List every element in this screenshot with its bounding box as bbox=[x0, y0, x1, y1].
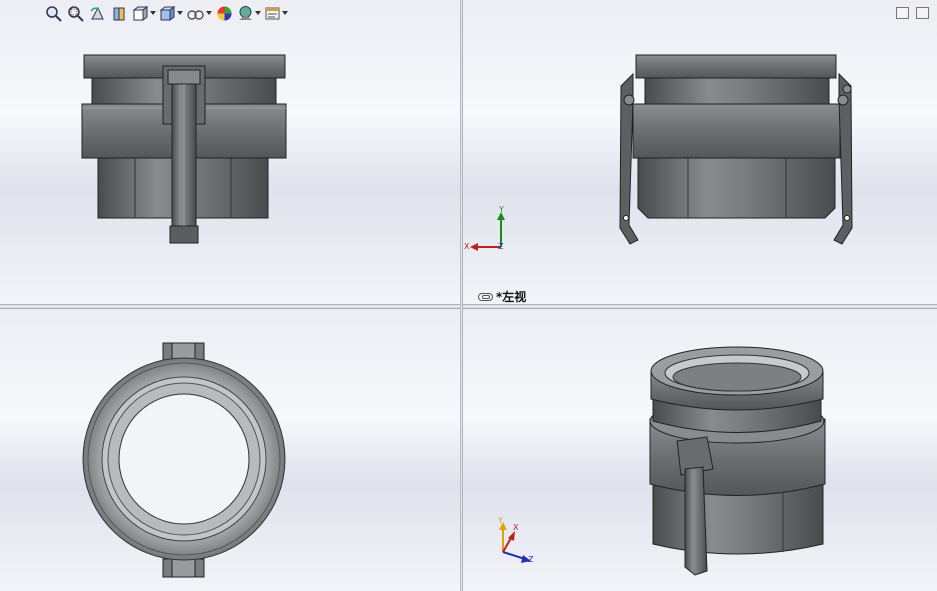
front-view-model bbox=[81, 54, 287, 244]
isometric-view-model bbox=[499, 346, 826, 576]
view-name-text: *左视 bbox=[496, 290, 527, 304]
triad-y-label: Y bbox=[499, 205, 504, 214]
vertical-viewport-splitter[interactable] bbox=[460, 0, 463, 591]
horizontal-viewport-splitter[interactable] bbox=[0, 304, 937, 309]
triad-iso-z-label: Z bbox=[528, 555, 534, 564]
triad-z-label: Z bbox=[498, 242, 504, 251]
viewport-front[interactable] bbox=[0, 0, 460, 304]
top-view-model bbox=[82, 342, 286, 578]
viewport-top[interactable] bbox=[0, 309, 460, 591]
viewport-isometric[interactable]: Y X Z bbox=[463, 309, 937, 591]
viewport-left[interactable]: Y X Z bbox=[463, 0, 937, 304]
view-name-label: *左视 bbox=[478, 288, 526, 305]
triad-x-label: X bbox=[464, 242, 470, 251]
link-icon bbox=[478, 292, 493, 301]
triad-iso-y-label: Y bbox=[498, 516, 503, 525]
triad-iso-x-label: X bbox=[513, 523, 519, 532]
left-view-model bbox=[470, 54, 853, 251]
